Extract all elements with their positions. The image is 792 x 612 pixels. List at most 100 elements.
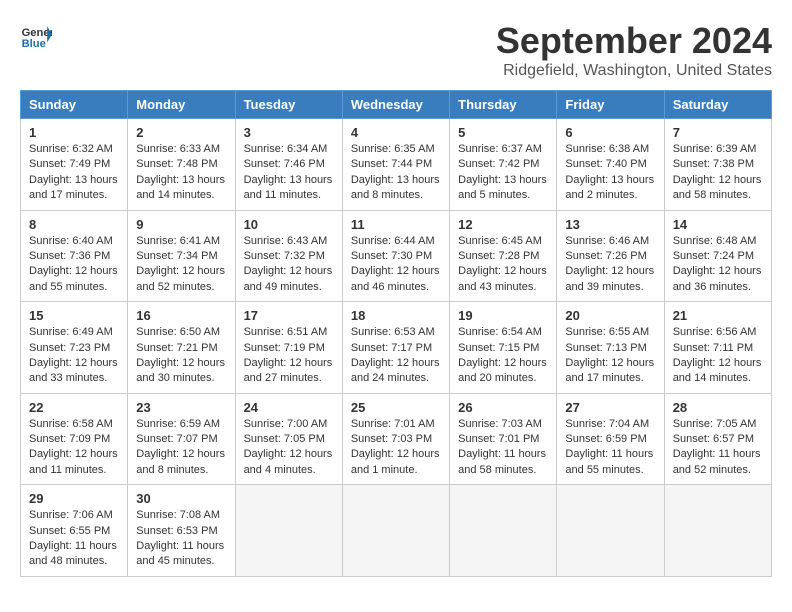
day-info: Sunrise: 6:37 AM Sunset: 7:42 PM Dayligh… <box>458 142 548 204</box>
calendar-day-cell: 19 Sunrise: 6:54 AM Sunset: 7:15 PM Dayl… <box>450 302 557 394</box>
day-number: 19 <box>458 308 548 323</box>
day-number: 24 <box>244 400 334 415</box>
header-tuesday: Tuesday <box>235 91 342 119</box>
empty-cell <box>557 485 664 577</box>
calendar-day-cell: 24 Sunrise: 7:00 AM Sunset: 7:05 PM Dayl… <box>235 393 342 485</box>
day-number: 25 <box>351 400 441 415</box>
day-info: Sunrise: 7:06 AM Sunset: 6:55 PM Dayligh… <box>29 508 119 570</box>
day-info: Sunrise: 7:04 AM Sunset: 6:59 PM Dayligh… <box>565 417 655 479</box>
day-number: 8 <box>29 217 119 232</box>
day-info: Sunrise: 6:58 AM Sunset: 7:09 PM Dayligh… <box>29 417 119 479</box>
calendar-table: Sunday Monday Tuesday Wednesday Thursday… <box>20 90 772 577</box>
day-info: Sunrise: 7:03 AM Sunset: 7:01 PM Dayligh… <box>458 417 548 479</box>
day-info: Sunrise: 6:41 AM Sunset: 7:34 PM Dayligh… <box>136 234 226 296</box>
day-number: 14 <box>673 217 763 232</box>
calendar-week-row: 15 Sunrise: 6:49 AM Sunset: 7:23 PM Dayl… <box>21 302 772 394</box>
day-number: 29 <box>29 491 119 506</box>
day-info: Sunrise: 6:35 AM Sunset: 7:44 PM Dayligh… <box>351 142 441 204</box>
calendar-week-row: 1 Sunrise: 6:32 AM Sunset: 7:49 PM Dayli… <box>21 119 772 211</box>
day-number: 15 <box>29 308 119 323</box>
empty-cell <box>450 485 557 577</box>
svg-text:Blue: Blue <box>22 38 46 50</box>
title-section: September 2024 Ridgefield, Washington, U… <box>496 20 772 80</box>
calendar-day-cell: 25 Sunrise: 7:01 AM Sunset: 7:03 PM Dayl… <box>342 393 449 485</box>
day-info: Sunrise: 7:05 AM Sunset: 6:57 PM Dayligh… <box>673 417 763 479</box>
day-number: 1 <box>29 125 119 140</box>
day-info: Sunrise: 6:53 AM Sunset: 7:17 PM Dayligh… <box>351 325 441 387</box>
calendar-day-cell: 1 Sunrise: 6:32 AM Sunset: 7:49 PM Dayli… <box>21 119 128 211</box>
day-info: Sunrise: 7:08 AM Sunset: 6:53 PM Dayligh… <box>136 508 226 570</box>
calendar-day-cell: 11 Sunrise: 6:44 AM Sunset: 7:30 PM Dayl… <box>342 210 449 302</box>
month-title: September 2024 <box>496 20 772 62</box>
day-number: 5 <box>458 125 548 140</box>
calendar-day-cell: 13 Sunrise: 6:46 AM Sunset: 7:26 PM Dayl… <box>557 210 664 302</box>
day-info: Sunrise: 6:50 AM Sunset: 7:21 PM Dayligh… <box>136 325 226 387</box>
day-number: 20 <box>565 308 655 323</box>
day-info: Sunrise: 6:33 AM Sunset: 7:48 PM Dayligh… <box>136 142 226 204</box>
day-info: Sunrise: 6:56 AM Sunset: 7:11 PM Dayligh… <box>673 325 763 387</box>
calendar-day-cell: 2 Sunrise: 6:33 AM Sunset: 7:48 PM Dayli… <box>128 119 235 211</box>
day-number: 28 <box>673 400 763 415</box>
calendar-day-cell: 9 Sunrise: 6:41 AM Sunset: 7:34 PM Dayli… <box>128 210 235 302</box>
day-number: 18 <box>351 308 441 323</box>
day-info: Sunrise: 6:45 AM Sunset: 7:28 PM Dayligh… <box>458 234 548 296</box>
day-number: 16 <box>136 308 226 323</box>
calendar-day-cell: 4 Sunrise: 6:35 AM Sunset: 7:44 PM Dayli… <box>342 119 449 211</box>
day-info: Sunrise: 6:51 AM Sunset: 7:19 PM Dayligh… <box>244 325 334 387</box>
header-monday: Monday <box>128 91 235 119</box>
calendar-header-row: Sunday Monday Tuesday Wednesday Thursday… <box>21 91 772 119</box>
calendar-day-cell: 27 Sunrise: 7:04 AM Sunset: 6:59 PM Dayl… <box>557 393 664 485</box>
calendar-day-cell: 14 Sunrise: 6:48 AM Sunset: 7:24 PM Dayl… <box>664 210 771 302</box>
calendar-day-cell: 3 Sunrise: 6:34 AM Sunset: 7:46 PM Dayli… <box>235 119 342 211</box>
header-thursday: Thursday <box>450 91 557 119</box>
calendar-day-cell: 10 Sunrise: 6:43 AM Sunset: 7:32 PM Dayl… <box>235 210 342 302</box>
day-number: 23 <box>136 400 226 415</box>
empty-cell <box>235 485 342 577</box>
day-number: 12 <box>458 217 548 232</box>
calendar-week-row: 8 Sunrise: 6:40 AM Sunset: 7:36 PM Dayli… <box>21 210 772 302</box>
logo: General Blue <box>20 20 52 52</box>
calendar-day-cell: 7 Sunrise: 6:39 AM Sunset: 7:38 PM Dayli… <box>664 119 771 211</box>
day-number: 7 <box>673 125 763 140</box>
day-info: Sunrise: 7:01 AM Sunset: 7:03 PM Dayligh… <box>351 417 441 479</box>
empty-cell <box>664 485 771 577</box>
day-number: 2 <box>136 125 226 140</box>
day-info: Sunrise: 6:39 AM Sunset: 7:38 PM Dayligh… <box>673 142 763 204</box>
calendar-day-cell: 16 Sunrise: 6:50 AM Sunset: 7:21 PM Dayl… <box>128 302 235 394</box>
day-number: 22 <box>29 400 119 415</box>
day-info: Sunrise: 6:32 AM Sunset: 7:49 PM Dayligh… <box>29 142 119 204</box>
calendar-day-cell: 5 Sunrise: 6:37 AM Sunset: 7:42 PM Dayli… <box>450 119 557 211</box>
calendar-day-cell: 29 Sunrise: 7:06 AM Sunset: 6:55 PM Dayl… <box>21 485 128 577</box>
calendar-day-cell: 8 Sunrise: 6:40 AM Sunset: 7:36 PM Dayli… <box>21 210 128 302</box>
header-wednesday: Wednesday <box>342 91 449 119</box>
day-info: Sunrise: 6:38 AM Sunset: 7:40 PM Dayligh… <box>565 142 655 204</box>
day-number: 4 <box>351 125 441 140</box>
calendar-day-cell: 21 Sunrise: 6:56 AM Sunset: 7:11 PM Dayl… <box>664 302 771 394</box>
page-header: General Blue September 2024 Ridgefield, … <box>20 20 772 80</box>
calendar-day-cell: 12 Sunrise: 6:45 AM Sunset: 7:28 PM Dayl… <box>450 210 557 302</box>
header-saturday: Saturday <box>664 91 771 119</box>
day-info: Sunrise: 6:48 AM Sunset: 7:24 PM Dayligh… <box>673 234 763 296</box>
calendar-day-cell: 20 Sunrise: 6:55 AM Sunset: 7:13 PM Dayl… <box>557 302 664 394</box>
day-number: 26 <box>458 400 548 415</box>
empty-cell <box>342 485 449 577</box>
day-info: Sunrise: 6:34 AM Sunset: 7:46 PM Dayligh… <box>244 142 334 204</box>
day-number: 10 <box>244 217 334 232</box>
day-info: Sunrise: 6:59 AM Sunset: 7:07 PM Dayligh… <box>136 417 226 479</box>
day-number: 30 <box>136 491 226 506</box>
calendar-day-cell: 23 Sunrise: 6:59 AM Sunset: 7:07 PM Dayl… <box>128 393 235 485</box>
day-number: 13 <box>565 217 655 232</box>
calendar-day-cell: 22 Sunrise: 6:58 AM Sunset: 7:09 PM Dayl… <box>21 393 128 485</box>
day-info: Sunrise: 6:43 AM Sunset: 7:32 PM Dayligh… <box>244 234 334 296</box>
day-info: Sunrise: 6:40 AM Sunset: 7:36 PM Dayligh… <box>29 234 119 296</box>
day-info: Sunrise: 6:54 AM Sunset: 7:15 PM Dayligh… <box>458 325 548 387</box>
location: Ridgefield, Washington, United States <box>496 62 772 80</box>
calendar-week-row: 22 Sunrise: 6:58 AM Sunset: 7:09 PM Dayl… <box>21 393 772 485</box>
header-sunday: Sunday <box>21 91 128 119</box>
calendar-day-cell: 17 Sunrise: 6:51 AM Sunset: 7:19 PM Dayl… <box>235 302 342 394</box>
day-info: Sunrise: 6:46 AM Sunset: 7:26 PM Dayligh… <box>565 234 655 296</box>
calendar-week-row: 29 Sunrise: 7:06 AM Sunset: 6:55 PM Dayl… <box>21 485 772 577</box>
calendar-day-cell: 15 Sunrise: 6:49 AM Sunset: 7:23 PM Dayl… <box>21 302 128 394</box>
calendar-day-cell: 18 Sunrise: 6:53 AM Sunset: 7:17 PM Dayl… <box>342 302 449 394</box>
calendar-day-cell: 30 Sunrise: 7:08 AM Sunset: 6:53 PM Dayl… <box>128 485 235 577</box>
